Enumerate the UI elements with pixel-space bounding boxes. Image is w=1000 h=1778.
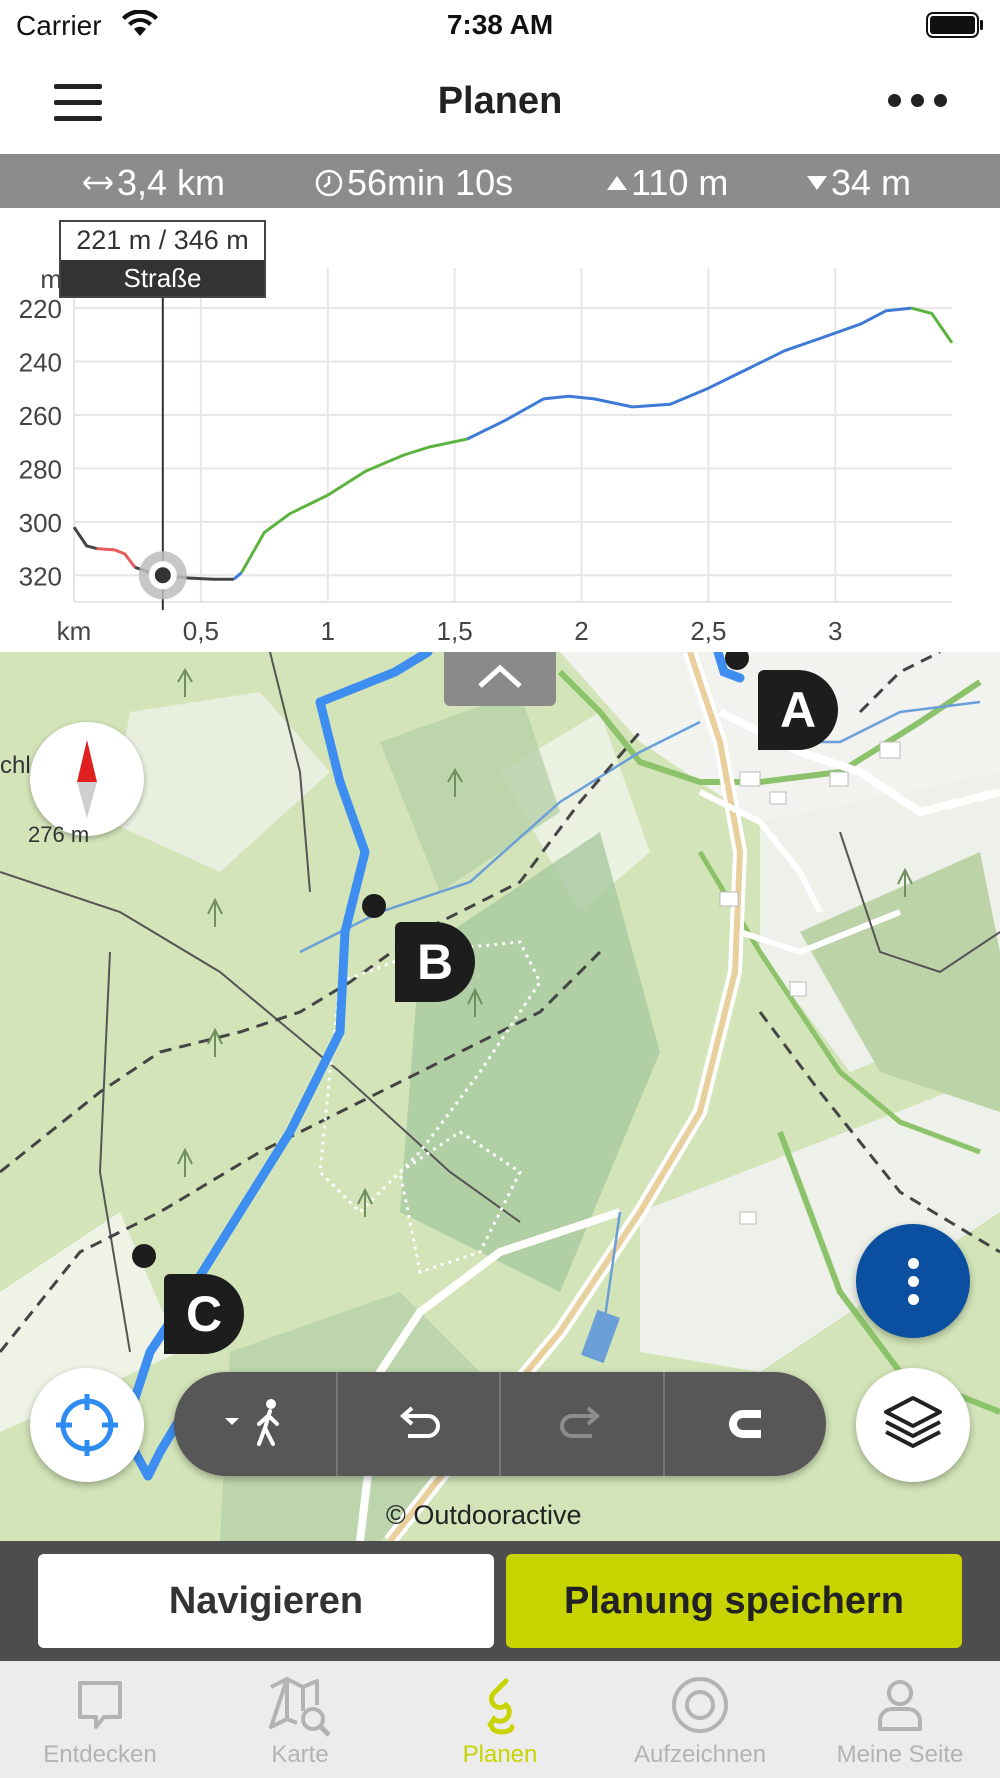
- elevation-line-segment: [240, 437, 468, 574]
- tab-karte[interactable]: Karte: [200, 1661, 400, 1778]
- locate-me-button[interactable]: [30, 1368, 144, 1482]
- tab-entdecken[interactable]: Entdecken: [0, 1661, 200, 1778]
- map-place-label: chl: [0, 752, 31, 779]
- profile-tooltip: 221 m / 346 m Straße: [59, 220, 266, 298]
- tab-label: Meine Seite: [836, 1741, 964, 1768]
- undo-icon: [400, 1406, 441, 1438]
- descent-stat: 34 m: [806, 162, 911, 204]
- map-layers-button[interactable]: [856, 1368, 970, 1482]
- tooltip-surface: Straße: [61, 260, 264, 296]
- tab-label: Aufzeichnen: [633, 1741, 767, 1768]
- redo-icon: [559, 1406, 600, 1438]
- duration-value: 56min 10s: [347, 162, 514, 203]
- waypoint-b-dot: [362, 894, 386, 918]
- navigate-button[interactable]: Navigieren: [38, 1554, 494, 1648]
- waypoint-c-marker[interactable]: C: [164, 1274, 244, 1354]
- triangle-up-icon: [607, 176, 627, 190]
- tab-label: Planen: [462, 1741, 538, 1768]
- tab-aufzeichnen[interactable]: Aufzeichnen: [600, 1661, 800, 1778]
- map-scale-label: 276 m: [28, 822, 90, 847]
- waypoint-b-marker[interactable]: B: [395, 922, 475, 1002]
- elevation-line-segment: [96, 547, 137, 569]
- page-title: Planen: [437, 80, 563, 122]
- undo-button[interactable]: [338, 1372, 501, 1476]
- snap-to-path-button[interactable]: [665, 1372, 827, 1476]
- descent-value: 34 m: [831, 162, 912, 203]
- person-icon: [878, 1680, 922, 1731]
- tab-label: Entdecken: [43, 1741, 157, 1768]
- y-tick-label: 280: [19, 454, 62, 484]
- status-bar: Carrier 7:38 AM: [0, 0, 1000, 50]
- waypoint-a-label: A: [779, 682, 817, 738]
- distance-value: 3,4 km: [117, 162, 226, 203]
- activity-type-button[interactable]: [174, 1372, 338, 1476]
- compass-button[interactable]: [30, 722, 144, 836]
- x-tick-label: 1: [321, 616, 335, 646]
- clock-label: 7:38 AM: [446, 9, 554, 40]
- tab-planen[interactable]: Planen: [400, 1661, 600, 1778]
- y-tick-label: 220: [19, 294, 62, 324]
- y-tick-label: 300: [19, 508, 62, 538]
- elevation-line-segment: [466, 306, 912, 441]
- clock-icon: [315, 169, 343, 197]
- triangle-down-icon: [807, 176, 827, 190]
- tooltip-distance: 221 m / 346 m: [76, 225, 249, 255]
- x-tick-label: 3: [828, 616, 842, 646]
- y-tick-label: 320: [19, 561, 62, 591]
- profile-cursor-dot: [154, 567, 171, 584]
- crosshair-icon: [56, 1394, 118, 1456]
- more-options-icon[interactable]: [886, 84, 950, 118]
- elevation-line-segment: [72, 526, 98, 551]
- tab-meine-seite[interactable]: Meine Seite: [800, 1661, 1000, 1778]
- map-attribution[interactable]: © Outdooractive: [386, 1500, 582, 1531]
- map-search-icon: [269, 1677, 331, 1737]
- route-s-icon: [487, 1678, 515, 1735]
- horizontal-arrows-icon: [83, 176, 113, 190]
- nav-bar: Planen: [0, 50, 1000, 154]
- layers-icon: [884, 1396, 942, 1448]
- x-tick-label: 1,5: [437, 616, 473, 646]
- x-tick-label: 0,5: [183, 616, 219, 646]
- magnet-icon: [729, 1410, 762, 1438]
- speech-bubble-icon: [78, 1681, 122, 1729]
- route-stats-bar: 3,4 km 56min 10s 110 m 34 m: [0, 154, 1000, 208]
- distance-stat: 3,4 km: [82, 162, 225, 204]
- elevation-line-segment: [911, 306, 954, 344]
- elevation-profile[interactable]: 320 300 280 260 240 220 m km 0,5 1 1,5 2 2,5 3 221 m …: [0, 208, 1000, 652]
- compass-needle-icon: [77, 740, 97, 818]
- map-more-options-button[interactable]: [856, 1224, 970, 1338]
- ascent-value: 110 m: [631, 162, 729, 203]
- collapse-profile-button[interactable]: [444, 652, 556, 706]
- y-tick-label: 260: [19, 401, 62, 431]
- redo-button[interactable]: [501, 1372, 665, 1476]
- x-tick-label: 2: [574, 616, 588, 646]
- tab-label: Karte: [271, 1741, 329, 1768]
- x-tick-label: 2,5: [690, 616, 726, 646]
- route-edit-toolbar: [174, 1372, 826, 1476]
- waypoint-b-label: B: [416, 934, 454, 990]
- record-icon: [672, 1677, 728, 1733]
- hiker-icon: [224, 1399, 279, 1446]
- waypoint-a-marker[interactable]: A: [758, 670, 838, 750]
- y-tick-label: 240: [19, 348, 62, 378]
- waypoint-c-label: C: [185, 1286, 223, 1342]
- waypoint-c-dot: [132, 1244, 156, 1268]
- duration-stat: 56min 10s: [314, 162, 513, 204]
- ascent-stat: 110 m: [606, 162, 728, 204]
- x-unit-label: km: [57, 616, 92, 646]
- chevron-up-icon: [478, 664, 522, 688]
- bottom-tab-bar: Entdecken Karte Planen Aufzeichnen Meine…: [0, 1661, 1000, 1778]
- save-plan-button[interactable]: Planung speichern: [506, 1554, 962, 1648]
- battery-icon: [926, 12, 983, 38]
- action-bar: Navigieren Planung speichern: [0, 1541, 1000, 1661]
- map-view[interactable]: chl 276 m A B C © Outdooractive: [0, 652, 1000, 1541]
